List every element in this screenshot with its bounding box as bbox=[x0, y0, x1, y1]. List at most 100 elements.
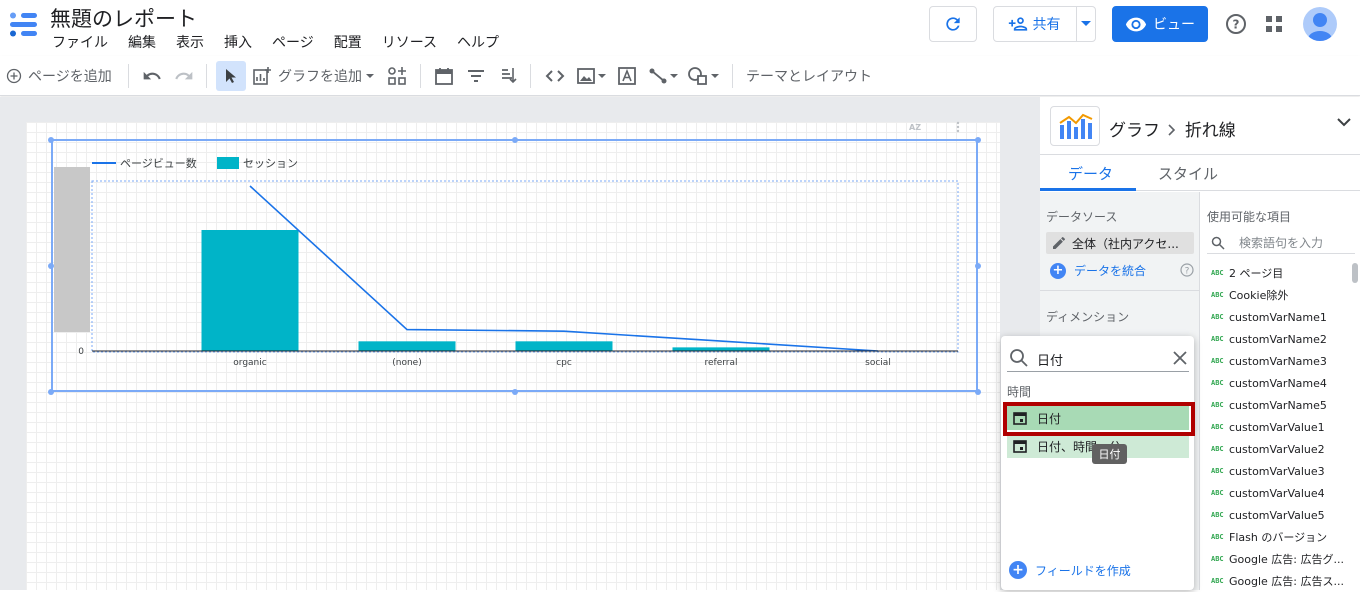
popup-search-input[interactable]: 日付 bbox=[1007, 344, 1189, 372]
datasource-heading: データソース bbox=[1046, 208, 1117, 225]
share-divider bbox=[1076, 7, 1077, 41]
text-type-icon: ABC bbox=[1201, 291, 1229, 299]
menu-edit[interactable]: 編集 bbox=[128, 32, 156, 52]
view-button[interactable]: ビュー bbox=[1112, 6, 1208, 42]
add-chart-button[interactable]: グラフを追加 bbox=[252, 64, 374, 88]
legend-label-pageviews: ページビュー数 bbox=[120, 157, 197, 170]
field-list-item[interactable]: ABCGoogle 広告: 広告グ... bbox=[1201, 548, 1351, 570]
avatar[interactable] bbox=[1303, 7, 1337, 41]
text-type-icon: ABC bbox=[1201, 423, 1229, 431]
field-name: customVarValue1 bbox=[1229, 421, 1325, 434]
embed-url-button[interactable] bbox=[544, 64, 566, 88]
menu-view[interactable]: 表示 bbox=[176, 32, 204, 52]
combo-chart[interactable]: ページビュー数 セッション 0 organic(none)cpcreferral… bbox=[52, 140, 977, 391]
field-list-item[interactable]: ABCcustomVarName4 bbox=[1201, 372, 1351, 394]
chevron-down-icon[interactable] bbox=[1336, 116, 1352, 128]
menu-help[interactable]: ヘルプ bbox=[457, 32, 499, 52]
add-control-button[interactable] bbox=[387, 64, 407, 88]
x-tick-label: organic bbox=[233, 358, 266, 368]
code-brackets-icon bbox=[544, 66, 566, 86]
field-name: customVarValue5 bbox=[1229, 509, 1325, 522]
datasource-chip[interactable]: 全体（社内アクセ... bbox=[1046, 232, 1194, 254]
field-list-item[interactable]: ABCcustomVarValue2 bbox=[1201, 438, 1351, 460]
field-list-item[interactable]: ABCcustomVarName2 bbox=[1201, 328, 1351, 350]
close-icon[interactable] bbox=[1172, 350, 1188, 366]
field-list-item[interactable]: ABCcustomVarValue5 bbox=[1201, 504, 1351, 526]
bar-cpc[interactable] bbox=[516, 341, 613, 351]
tab-data[interactable]: データ bbox=[1068, 163, 1113, 184]
field-list-item[interactable]: ABCcustomVarValue1 bbox=[1201, 416, 1351, 438]
field-search-input[interactable]: 検索語句を入力 bbox=[1207, 232, 1355, 254]
shape-button[interactable] bbox=[687, 64, 719, 88]
help-icon[interactable]: ? bbox=[1224, 12, 1248, 36]
undo-icon bbox=[142, 66, 162, 86]
section-divider bbox=[1040, 290, 1200, 291]
chart-type-selector[interactable] bbox=[1050, 106, 1100, 146]
apps-grid-icon[interactable] bbox=[1264, 14, 1284, 34]
sort-az-icon[interactable]: AZ bbox=[908, 121, 924, 133]
field-list-item[interactable]: ABCcustomVarName3 bbox=[1201, 350, 1351, 372]
create-field-link[interactable]: + フィールドを作成 bbox=[1009, 561, 1131, 579]
shapes-icon bbox=[687, 66, 709, 86]
field-list-item[interactable]: ABCGoogle 広告: 広告ス... bbox=[1201, 570, 1351, 592]
text-type-icon: ABC bbox=[1201, 357, 1229, 365]
app-header: 無題のレポート ファイル 編集 表示 挿入 ページ 配置 リソース ヘルプ 共有… bbox=[0, 0, 1360, 56]
undo-button[interactable] bbox=[142, 64, 162, 88]
tab-style[interactable]: スタイル bbox=[1158, 163, 1218, 184]
blend-data-link[interactable]: + データを統合 bbox=[1050, 262, 1146, 279]
available-fields-column: 使用可能な項目 検索語句を入力 ABC2 ページ目ABCCookie除外ABCc… bbox=[1201, 192, 1360, 590]
field-name: Cookie除外 bbox=[1229, 287, 1288, 303]
add-page-button[interactable]: ページを追加 bbox=[6, 64, 112, 88]
add-page-label: ページを追加 bbox=[28, 66, 112, 86]
data-studio-logo[interactable] bbox=[8, 12, 38, 38]
theme-layout-button[interactable]: テーマとレイアウト bbox=[746, 64, 872, 88]
field-name: 2 ページ目 bbox=[1229, 265, 1283, 281]
redo-button[interactable] bbox=[174, 64, 194, 88]
report-title[interactable]: 無題のレポート bbox=[50, 3, 197, 33]
text-button[interactable] bbox=[617, 64, 637, 88]
chart-type-breadcrumb[interactable]: グラフ 折れ線 bbox=[1109, 116, 1236, 141]
field-list-item[interactable]: ABCcustomVarValue3 bbox=[1201, 460, 1351, 482]
text-box-icon bbox=[617, 66, 637, 86]
bar-none[interactable] bbox=[359, 341, 456, 351]
scrollbar-thumb[interactable] bbox=[1352, 263, 1358, 283]
field-list-item[interactable]: ABCcustomVarName1 bbox=[1201, 306, 1351, 328]
select-tool-button[interactable] bbox=[216, 61, 246, 91]
field-name: customVarName1 bbox=[1229, 311, 1327, 324]
bar-referral[interactable] bbox=[673, 347, 770, 351]
help-icon[interactable]: ? bbox=[1180, 263, 1194, 277]
menu-insert[interactable]: 挿入 bbox=[224, 32, 252, 52]
refresh-button[interactable] bbox=[929, 6, 977, 42]
field-list-item[interactable]: ABCFlash のバージョン bbox=[1201, 526, 1351, 548]
field-name: customVarValue4 bbox=[1229, 487, 1325, 500]
line-button[interactable] bbox=[648, 64, 678, 88]
field-name: customVarName5 bbox=[1229, 399, 1327, 412]
menu-file[interactable]: ファイル bbox=[52, 32, 108, 52]
line-series-pageviews[interactable] bbox=[250, 186, 878, 351]
share-button[interactable]: 共有 bbox=[993, 6, 1096, 42]
add-circle-icon bbox=[6, 68, 22, 84]
filter-control-button[interactable] bbox=[466, 64, 486, 88]
chevron-down-icon[interactable] bbox=[1081, 20, 1091, 28]
menu-resource[interactable]: リソース bbox=[382, 32, 437, 52]
user-icon bbox=[1303, 7, 1337, 41]
field-list-item[interactable]: ABCcustomVarName5 bbox=[1201, 394, 1351, 416]
data-control-button[interactable] bbox=[498, 64, 518, 88]
popup-search-query: 日付 bbox=[1037, 350, 1063, 369]
field-name: Flash のバージョン bbox=[1229, 529, 1327, 545]
field-name: Google 広告: 広告グ... bbox=[1229, 551, 1344, 567]
more-vert-icon[interactable] bbox=[955, 121, 961, 133]
legend-label-sessions: セッション bbox=[243, 157, 298, 170]
popup-category-time: 時間 bbox=[1007, 383, 1031, 400]
field-list-item[interactable]: ABCcustomVarValue4 bbox=[1201, 482, 1351, 504]
pencil-icon[interactable] bbox=[1052, 236, 1066, 250]
bar-organic[interactable] bbox=[202, 230, 299, 351]
menu-page[interactable]: ページ bbox=[272, 32, 314, 52]
field-list-item[interactable]: ABC2 ページ目 bbox=[1201, 262, 1351, 284]
panel-header: グラフ 折れ線 bbox=[1040, 97, 1360, 155]
date-range-button[interactable] bbox=[434, 64, 454, 88]
menu-arrange[interactable]: 配置 bbox=[334, 32, 362, 52]
share-label: 共有 bbox=[1033, 14, 1061, 34]
image-button[interactable] bbox=[576, 64, 606, 88]
field-list-item[interactable]: ABCCookie除外 bbox=[1201, 284, 1351, 306]
